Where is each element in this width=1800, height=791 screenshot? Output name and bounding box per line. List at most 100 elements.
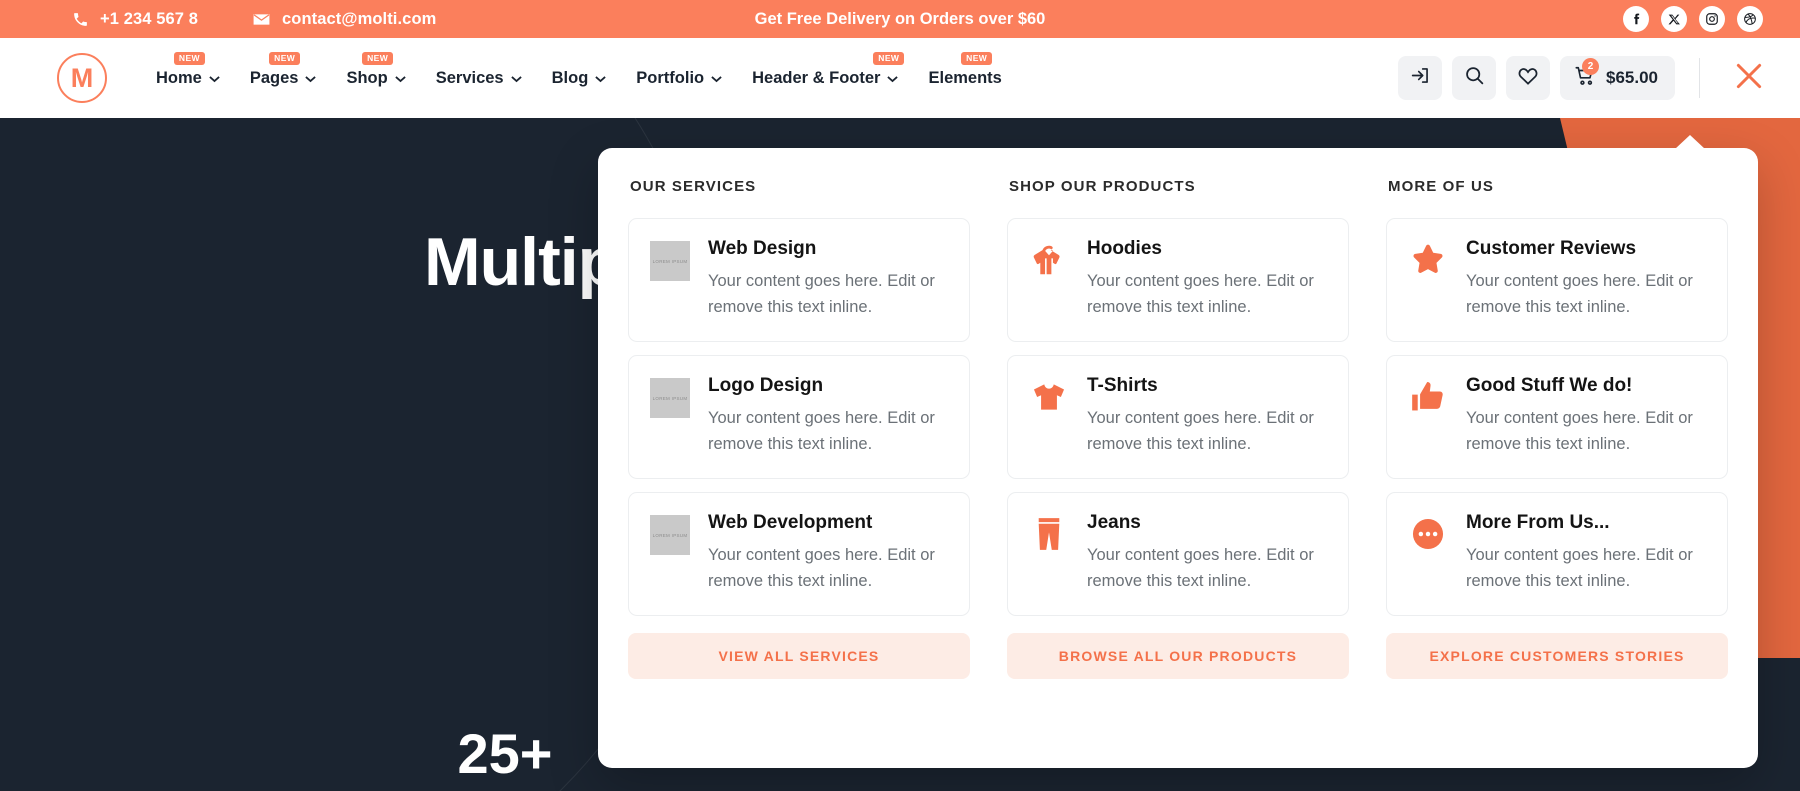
menu-card[interactable]: LOREM IPSUM Logo Design Your content goe… bbox=[628, 355, 970, 479]
wishlist-button[interactable] bbox=[1506, 56, 1550, 100]
menu-card-title: Good Stuff We do! bbox=[1466, 375, 1633, 396]
heart-icon bbox=[1517, 65, 1539, 92]
menu-card[interactable]: Customer Reviews Your content goes here.… bbox=[1386, 218, 1728, 342]
search-button[interactable] bbox=[1452, 56, 1496, 100]
nav-label: Pages bbox=[249, 68, 299, 87]
menu-column-products: SHOP OUR PRODUCTS Hoodies Your content g… bbox=[1007, 178, 1349, 768]
new-badge: NEW bbox=[873, 52, 905, 66]
view-all-services-button[interactable]: VIEW ALL SERVICES bbox=[628, 633, 970, 679]
phone-number: +1 234 567 8 bbox=[100, 9, 199, 28]
menu-card[interactable]: Good Stuff We do! Your content goes here… bbox=[1386, 355, 1728, 479]
placeholder-label: LOREM IPSUM bbox=[650, 378, 690, 418]
menu-card-title: Hoodies bbox=[1087, 238, 1162, 259]
topbar-contact-group: +1 234 567 8 contact@molti.com bbox=[72, 10, 436, 29]
menu-card-body: Jeans Your content goes here. Edit or re… bbox=[1087, 512, 1328, 595]
nav-item-pages[interactable]: NEW Pages bbox=[235, 38, 332, 118]
menu-card-title: Web Design bbox=[708, 238, 817, 259]
menu-card-text: Your content goes here. Edit or remove t… bbox=[1466, 272, 1693, 316]
hoodie-icon bbox=[1028, 238, 1070, 321]
browse-all-products-button[interactable]: BROWSE ALL OUR PRODUCTS bbox=[1007, 633, 1349, 679]
phone-contact[interactable]: +1 234 567 8 bbox=[72, 10, 198, 29]
ellipsis-circle-icon bbox=[1407, 512, 1449, 595]
social-links bbox=[1623, 6, 1763, 32]
new-badge: NEW bbox=[362, 52, 394, 66]
nav-label: Home bbox=[156, 68, 202, 87]
nav-item-portfolio[interactable]: Portfolio bbox=[621, 38, 737, 118]
nav-divider bbox=[1699, 58, 1700, 98]
menu-card-body: Good Stuff We do! Your content goes here… bbox=[1466, 375, 1707, 458]
menu-card-text: Your content goes here. Edit or remove t… bbox=[708, 546, 935, 590]
email-address: contact@molti.com bbox=[282, 9, 437, 28]
nav-item-services[interactable]: Services bbox=[421, 38, 537, 118]
close-menu-button[interactable] bbox=[1728, 57, 1770, 99]
login-button[interactable] bbox=[1398, 56, 1442, 100]
menu-card-text: Your content goes here. Edit or remove t… bbox=[1087, 409, 1314, 453]
menu-card-text: Your content goes here. Edit or remove t… bbox=[1466, 546, 1693, 590]
hero-statistic: 25+ Page Designs bbox=[425, 726, 585, 791]
mega-menu-panel: OUR SERVICES LOREM IPSUM Web Design Your… bbox=[598, 135, 1758, 768]
hero-title: Multip bbox=[424, 224, 619, 300]
menu-card-text: Your content goes here. Edit or remove t… bbox=[708, 409, 935, 453]
nav-item-header-footer[interactable]: NEW Header & Footer bbox=[737, 38, 913, 118]
cart-count-badge: 2 bbox=[1582, 58, 1599, 75]
placeholder-image-icon: LOREM IPSUM bbox=[649, 512, 691, 595]
instagram-icon[interactable] bbox=[1699, 6, 1725, 32]
nav-links: NEW Home NEW Pages NEW Shop Services Blo… bbox=[141, 38, 1017, 118]
star-icon bbox=[1407, 238, 1449, 321]
nav-label: Header & Footer bbox=[752, 68, 881, 87]
menu-card-body: Logo Design Your content goes here. Edit… bbox=[708, 375, 949, 458]
menu-card[interactable]: LOREM IPSUM Web Development Your content… bbox=[628, 492, 970, 616]
top-announcement-bar: +1 234 567 8 contact@molti.com Get Free … bbox=[0, 0, 1800, 38]
tshirt-icon bbox=[1028, 375, 1070, 458]
nav-item-shop[interactable]: NEW Shop bbox=[331, 38, 420, 118]
nav-item-blog[interactable]: Blog bbox=[537, 38, 622, 118]
menu-card-body: Hoodies Your content goes here. Edit or … bbox=[1087, 238, 1328, 321]
nav-item-elements[interactable]: NEW Elements bbox=[913, 38, 1016, 118]
menu-card-title: More From Us... bbox=[1466, 512, 1610, 533]
menu-card-body: Web Development Your content goes here. … bbox=[708, 512, 949, 595]
menu-card[interactable]: LOREM IPSUM Web Design Your content goes… bbox=[628, 218, 970, 342]
menu-card[interactable]: Jeans Your content goes here. Edit or re… bbox=[1007, 492, 1349, 616]
explore-customers-stories-button[interactable]: EXPLORE CUSTOMERS STORIES bbox=[1386, 633, 1728, 679]
new-badge: NEW bbox=[173, 52, 205, 66]
thumbs-up-icon bbox=[1407, 375, 1449, 458]
new-badge: NEW bbox=[269, 52, 301, 66]
menu-card[interactable]: More From Us... Your content goes here. … bbox=[1386, 492, 1728, 616]
dribbble-icon[interactable] bbox=[1737, 6, 1763, 32]
chevron-down-icon bbox=[395, 69, 406, 88]
cart-total: $65.00 bbox=[1606, 68, 1658, 87]
menu-card-body: T-Shirts Your content goes here. Edit or… bbox=[1087, 375, 1328, 458]
menu-card[interactable]: Hoodies Your content goes here. Edit or … bbox=[1007, 218, 1349, 342]
chevron-down-icon bbox=[887, 69, 899, 88]
menu-card-body: More From Us... Your content goes here. … bbox=[1466, 512, 1707, 595]
cart-button[interactable]: 2 $65.00 bbox=[1560, 56, 1675, 100]
menu-card-title: Web Development bbox=[708, 512, 873, 533]
chevron-down-icon bbox=[711, 69, 722, 88]
menu-card-title: T-Shirts bbox=[1087, 375, 1158, 396]
nav-item-home[interactable]: NEW Home bbox=[141, 38, 235, 118]
jeans-icon bbox=[1028, 512, 1070, 595]
search-icon bbox=[1464, 65, 1485, 91]
menu-pointer-arrow bbox=[1675, 135, 1705, 149]
facebook-icon[interactable] bbox=[1623, 6, 1649, 32]
nav-label: Portfolio bbox=[636, 68, 705, 87]
stat-number: 25+ bbox=[457, 722, 553, 785]
x-twitter-icon[interactable] bbox=[1661, 6, 1687, 32]
menu-card-body: Web Design Your content goes here. Edit … bbox=[708, 238, 949, 321]
email-contact[interactable]: contact@molti.com bbox=[252, 10, 436, 29]
menu-column-services: OUR SERVICES LOREM IPSUM Web Design Your… bbox=[628, 178, 970, 768]
close-icon bbox=[1732, 59, 1766, 98]
menu-card-title: Logo Design bbox=[708, 375, 824, 396]
menu-card-text: Your content goes here. Edit or remove t… bbox=[1087, 546, 1314, 590]
menu-card-title: Jeans bbox=[1087, 512, 1141, 533]
menu-card-text: Your content goes here. Edit or remove t… bbox=[1466, 409, 1693, 453]
menu-card[interactable]: T-Shirts Your content goes here. Edit or… bbox=[1007, 355, 1349, 479]
nav-label: Shop bbox=[346, 68, 388, 87]
site-logo[interactable]: M bbox=[57, 53, 107, 103]
chevron-down-icon bbox=[510, 69, 522, 88]
placeholder-label: LOREM IPSUM bbox=[650, 241, 690, 281]
menu-card-body: Customer Reviews Your content goes here.… bbox=[1466, 238, 1707, 321]
chevron-down-icon bbox=[209, 69, 220, 88]
nav-label: Blog bbox=[551, 68, 589, 87]
chevron-down-icon bbox=[305, 69, 317, 88]
